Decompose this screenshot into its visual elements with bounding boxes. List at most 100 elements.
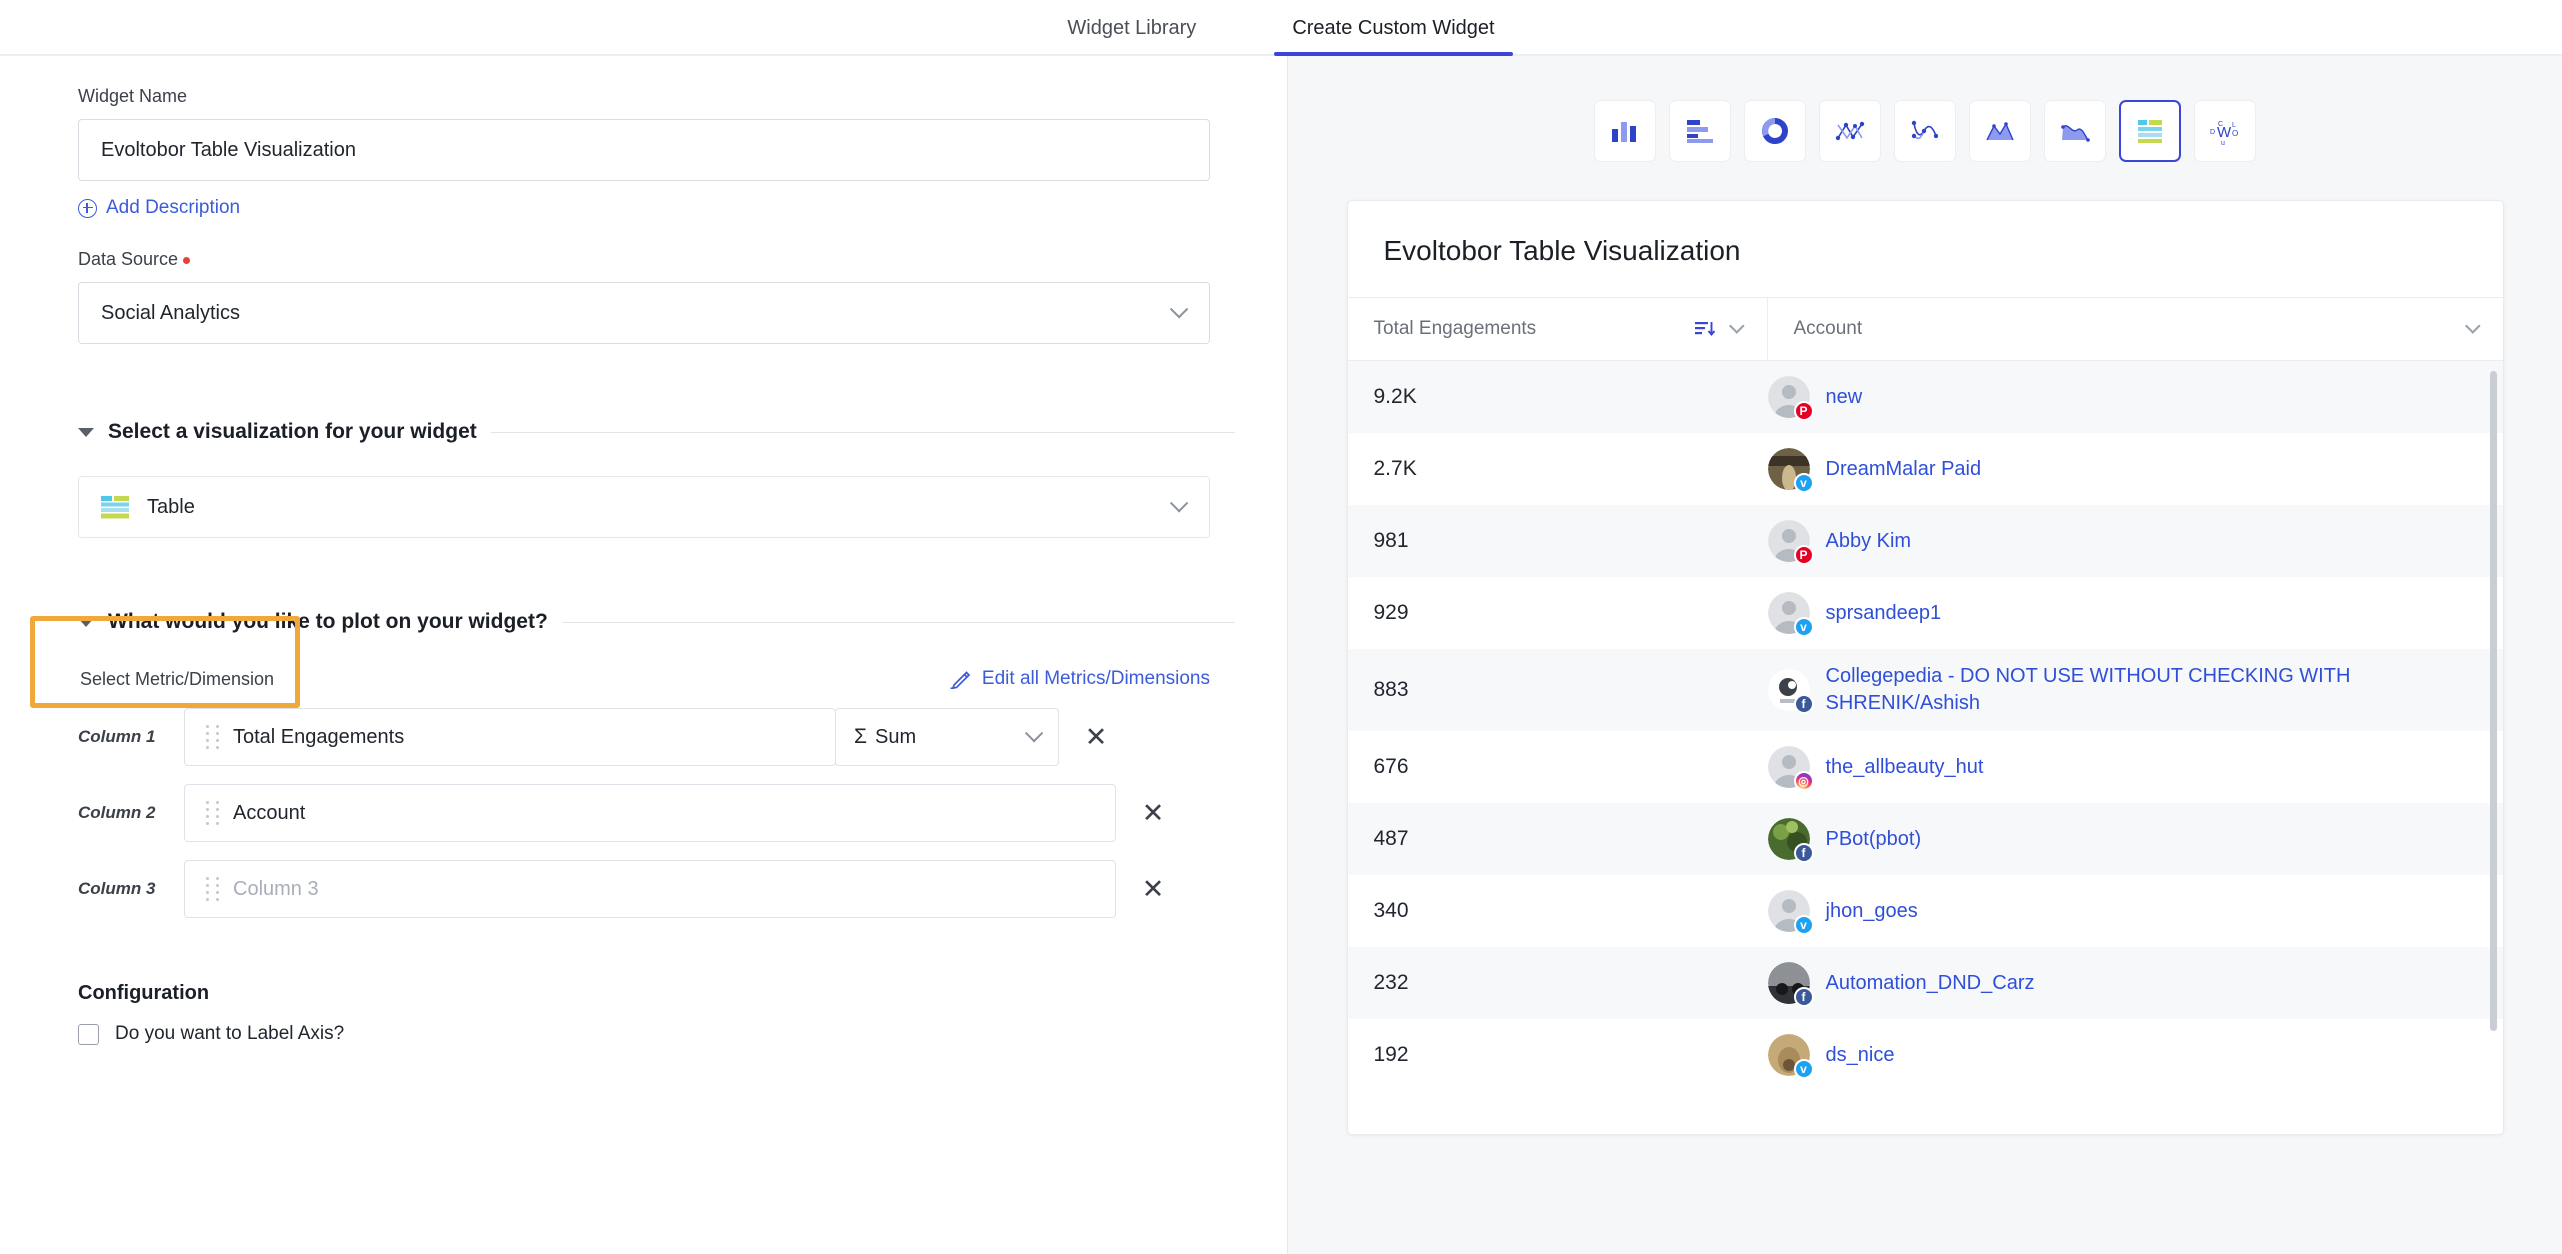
configuration-title: Configuration: [78, 982, 210, 1004]
widget-preview-panel: D C W L O u Evoltobor Table Visualizatio…: [1287, 56, 2562, 1254]
table-row[interactable]: 232 f Automation_DND_Carz: [1347, 947, 2503, 1019]
word-cloud-icon-button[interactable]: D C W L O u: [2194, 100, 2256, 162]
remove-column-3-button[interactable]: ✕: [1136, 872, 1170, 906]
account-link[interactable]: Abby Kim: [1826, 528, 1912, 555]
plot-section-header[interactable]: What would you like to plot on your widg…: [78, 610, 1235, 634]
table-header-account[interactable]: Account: [1768, 298, 2503, 360]
column-1-value: Total Engagements: [233, 725, 405, 748]
cell-account: ᴠ jhon_goes: [1767, 875, 2503, 947]
table-row[interactable]: 883 f Collegepedia - DO NOT USE WITHOUT CH…: [1347, 649, 2503, 731]
pinterest-badge-icon: P: [1793, 545, 1814, 565]
avatar: ᴠ: [1767, 592, 1814, 637]
metric-row-column-2: Column 2 Account ✕: [78, 784, 1235, 842]
column-1-input[interactable]: Total Engagements: [184, 708, 836, 766]
label-axis-checkbox[interactable]: [78, 1023, 99, 1045]
twitter-badge-icon: ᴠ: [1793, 473, 1814, 493]
line-scatter-chart-icon-button[interactable]: [1894, 100, 1956, 162]
widget-name-input[interactable]: Evoltobor Table Visualization: [78, 119, 1210, 181]
drag-handle-icon[interactable]: [199, 801, 225, 825]
column-3-input[interactable]: Column 3: [184, 860, 1116, 918]
twitter-badge-icon: ᴠ: [1793, 617, 1814, 637]
column-2-input[interactable]: Account: [184, 784, 1116, 842]
label-axis-row[interactable]: Do you want to Label Axis?: [78, 1023, 1235, 1045]
avatar: ᴠ: [1767, 890, 1814, 935]
account-link[interactable]: DreamMalar Paid: [1826, 456, 1982, 483]
table-vertical-scrollbar[interactable]: [2489, 371, 2497, 1031]
sigma-icon: Σ: [854, 725, 867, 748]
pencil-icon: [950, 671, 971, 689]
table-row[interactable]: 2.7K ᴠ DreamMalar Paid: [1348, 433, 2503, 505]
table-chart-icon-button[interactable]: [2119, 100, 2181, 162]
account-link[interactable]: new: [1826, 384, 1863, 411]
cell-account: f PBot(pbot): [1767, 803, 2503, 875]
data-source-select[interactable]: Social Analytics: [78, 282, 1210, 344]
remove-column-1-button[interactable]: ✕: [1079, 720, 1113, 754]
cell-account: ᴠ DreamMalar Paid: [1767, 433, 2503, 505]
avatar: f: [1767, 818, 1814, 863]
cell-total-engagements: 2.7K: [1373, 457, 1417, 480]
svg-text:O: O: [2232, 129, 2238, 138]
account-link[interactable]: the_allbeauty_hut: [1826, 754, 1984, 781]
caret-down-icon: [78, 617, 94, 627]
chevron-down-icon: [1024, 723, 1044, 742]
drag-handle-icon[interactable]: [199, 725, 225, 749]
area-spline-chart-icon-button[interactable]: [2044, 100, 2106, 162]
chevron-down-icon[interactable]: [2464, 317, 2481, 334]
table-row[interactable]: 676 ◎ the_allbeauty_hut: [1348, 731, 2503, 803]
column-chart-icon-button[interactable]: [1594, 100, 1656, 162]
avatar: ᴠ: [1767, 448, 1814, 493]
cell-account: Pnew: [1767, 361, 2503, 433]
column-1-aggregation-select[interactable]: Σ Sum: [835, 708, 1059, 766]
section-divider: [490, 431, 1235, 433]
account-link[interactable]: Collegepedia - DO NOT USE WITHOUT CHECKI…: [1826, 663, 2463, 717]
drag-handle-icon[interactable]: [199, 877, 225, 901]
column-1-tag: Column 1: [78, 727, 156, 746]
account-link[interactable]: sprsandeep1: [1826, 600, 1942, 627]
twitter-badge-icon: ᴠ: [1793, 915, 1814, 935]
bar-chart-icon-button[interactable]: [1669, 100, 1731, 162]
table-row[interactable]: 487 f PBot(pbot): [1347, 803, 2503, 875]
svg-text:W: W: [2217, 124, 2232, 141]
cell-total-engagements: 676: [1373, 755, 1409, 778]
tab-create-custom-widget[interactable]: Create Custom Widget: [1274, 17, 1513, 56]
cell-total-engagements: 883: [1373, 678, 1409, 701]
cell-total-engagements: 981: [1373, 529, 1409, 552]
sort-descending-icon[interactable]: [1694, 320, 1715, 338]
add-description-button[interactable]: Add Description: [78, 197, 240, 219]
scatter-chart-icon-button[interactable]: [1819, 100, 1881, 162]
chart-type-toolbar: D C W L O u: [1594, 100, 2256, 162]
chevron-down-icon[interactable]: [1728, 317, 1745, 334]
avatar: P: [1767, 376, 1814, 421]
donut-chart-icon-button[interactable]: [1744, 100, 1806, 162]
visualization-select[interactable]: Table: [78, 476, 1210, 538]
word-cloud-icon: D C W L O u: [2210, 121, 2238, 146]
table-preview-card: Evoltobor Table Visualization Total Enga…: [1346, 200, 2504, 1135]
table-row[interactable]: 9.2K Pnew: [1347, 361, 2503, 433]
area-chart-icon-button[interactable]: [1969, 100, 2031, 162]
caret-down-icon: [78, 427, 94, 437]
table-row[interactable]: 192 ᴠ ds_nice: [1348, 1019, 2503, 1091]
section-divider: [561, 621, 1235, 623]
area-spline-chart-icon: [2061, 125, 2090, 142]
table-chart-icon: [2138, 120, 2162, 143]
create-custom-widget-page: Widget Library Create Custom Widget Widg…: [0, 0, 2562, 1254]
account-link[interactable]: Automation_DND_Carz: [1826, 970, 2035, 997]
visualization-section-header[interactable]: Select a visualization for your widget: [78, 420, 1235, 444]
tab-widget-library[interactable]: Widget Library: [1049, 17, 1214, 54]
table-header-total-engagements[interactable]: Total Engagements: [1348, 298, 1768, 360]
remove-column-2-button[interactable]: ✕: [1136, 796, 1170, 830]
account-link[interactable]: jhon_goes: [1826, 898, 1918, 925]
account-link[interactable]: ds_nice: [1826, 1042, 1895, 1069]
facebook-badge-icon: f: [1793, 843, 1814, 863]
plus-circle-icon: [78, 198, 97, 218]
account-link[interactable]: PBot(pbot): [1826, 826, 1922, 853]
table-row[interactable]: 340 ᴠ jhon_goes: [1348, 875, 2503, 947]
edit-all-metrics-button[interactable]: Edit all Metrics/Dimensions: [950, 668, 1210, 690]
top-tab-bar: Widget Library Create Custom Widget: [0, 0, 2562, 56]
table-row[interactable]: 929 ᴠ sprsandeep1: [1348, 577, 2503, 649]
plot-section-title: What would you like to plot on your widg…: [108, 610, 548, 633]
table-row[interactable]: 981 P Abby Kim: [1347, 505, 2503, 577]
edit-all-metrics-label: Edit all Metrics/Dimensions: [981, 668, 1210, 689]
table-header-account-label: Account: [1793, 318, 1863, 339]
visualization-section-title: Select a visualization for your widget: [108, 420, 477, 443]
